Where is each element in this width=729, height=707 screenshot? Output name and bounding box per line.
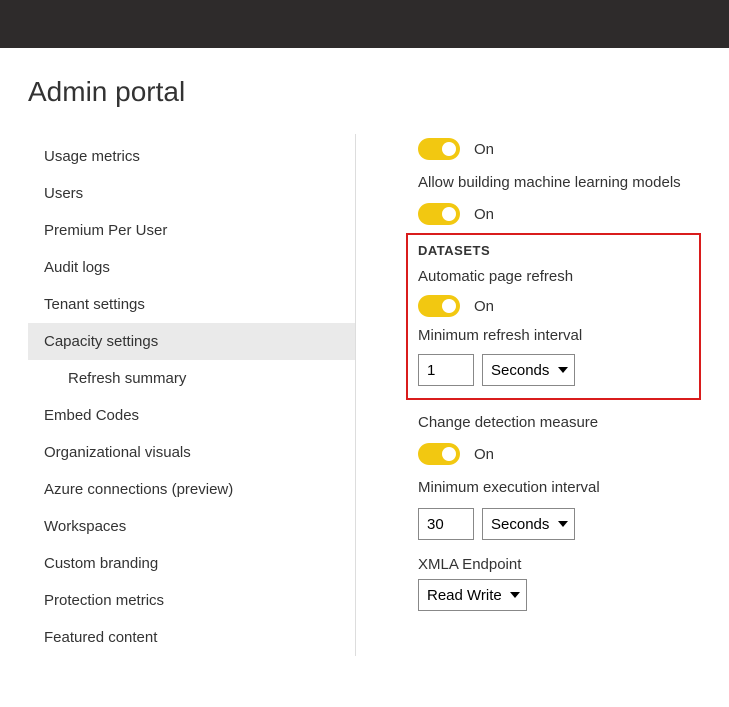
- toggle-ml-models[interactable]: [418, 203, 460, 225]
- min-exec-unit-select[interactable]: Seconds: [482, 508, 575, 540]
- toggle-ml-state: On: [474, 206, 494, 223]
- sidebar-item-azure-connections[interactable]: Azure connections (preview): [28, 471, 355, 508]
- label-change-detection: Change detection measure: [418, 414, 701, 431]
- sidebar-item-tenant-settings[interactable]: Tenant settings: [28, 286, 355, 323]
- min-refresh-unit-select[interactable]: Seconds: [482, 354, 575, 386]
- sidebar-item-protection-metrics[interactable]: Protection metrics: [28, 582, 355, 619]
- sidebar-item-usage-metrics[interactable]: Usage metrics: [28, 138, 355, 175]
- field-row-xmla: Read Write: [418, 579, 701, 611]
- toggle-knob: [442, 207, 456, 221]
- sidebar-subitem-refresh-summary[interactable]: Refresh summary: [28, 360, 355, 397]
- section-header-datasets: DATASETS: [418, 243, 689, 258]
- toggle-top[interactable]: [418, 138, 460, 160]
- label-apr: Automatic page refresh: [418, 268, 689, 285]
- sidebar-item-capacity-settings[interactable]: Capacity settings: [28, 323, 355, 360]
- min-refresh-value-input[interactable]: [418, 354, 474, 386]
- toggle-row-change-detection: On: [418, 443, 701, 465]
- sidebar-item-audit-logs[interactable]: Audit logs: [28, 249, 355, 286]
- toggle-row-ml: On: [418, 203, 701, 225]
- top-bar: [0, 0, 729, 48]
- sidebar: Usage metrics Users Premium Per User Aud…: [28, 134, 356, 656]
- label-min-exec: Minimum execution interval: [418, 479, 701, 496]
- label-ml-models: Allow building machine learning models: [418, 174, 701, 191]
- xmla-endpoint-select[interactable]: Read Write: [418, 579, 527, 611]
- sidebar-item-organizational-visuals[interactable]: Organizational visuals: [28, 434, 355, 471]
- toggle-apr-state: On: [474, 298, 494, 315]
- sidebar-item-users[interactable]: Users: [28, 175, 355, 212]
- toggle-knob: [442, 142, 456, 156]
- sidebar-item-featured-content[interactable]: Featured content: [28, 619, 355, 656]
- toggle-apr[interactable]: [418, 295, 460, 317]
- field-row-min-refresh: Seconds: [418, 354, 689, 386]
- toggle-change-detection[interactable]: [418, 443, 460, 465]
- admin-portal-container: Admin portal Usage metrics Users Premium…: [0, 48, 729, 676]
- toggle-knob: [442, 447, 456, 461]
- label-xmla: XMLA Endpoint: [418, 556, 701, 573]
- highlight-box-apr: DATASETS Automatic page refresh On Minim…: [406, 233, 701, 400]
- sidebar-item-embed-codes[interactable]: Embed Codes: [28, 397, 355, 434]
- sidebar-item-custom-branding[interactable]: Custom branding: [28, 545, 355, 582]
- toggle-top-state: On: [474, 141, 494, 158]
- page-title: Admin portal: [28, 76, 701, 108]
- content: Usage metrics Users Premium Per User Aud…: [28, 134, 701, 656]
- min-exec-value-input[interactable]: [418, 508, 474, 540]
- field-row-min-exec: Seconds: [418, 508, 701, 540]
- toggle-row-apr: On: [418, 295, 689, 317]
- settings-panel: On Allow building machine learning model…: [356, 134, 701, 656]
- toggle-knob: [442, 299, 456, 313]
- sidebar-item-premium-per-user[interactable]: Premium Per User: [28, 212, 355, 249]
- label-min-refresh: Minimum refresh interval: [418, 327, 689, 344]
- sidebar-item-workspaces[interactable]: Workspaces: [28, 508, 355, 545]
- toggle-change-detection-state: On: [474, 446, 494, 463]
- toggle-row-top: On: [418, 138, 701, 160]
